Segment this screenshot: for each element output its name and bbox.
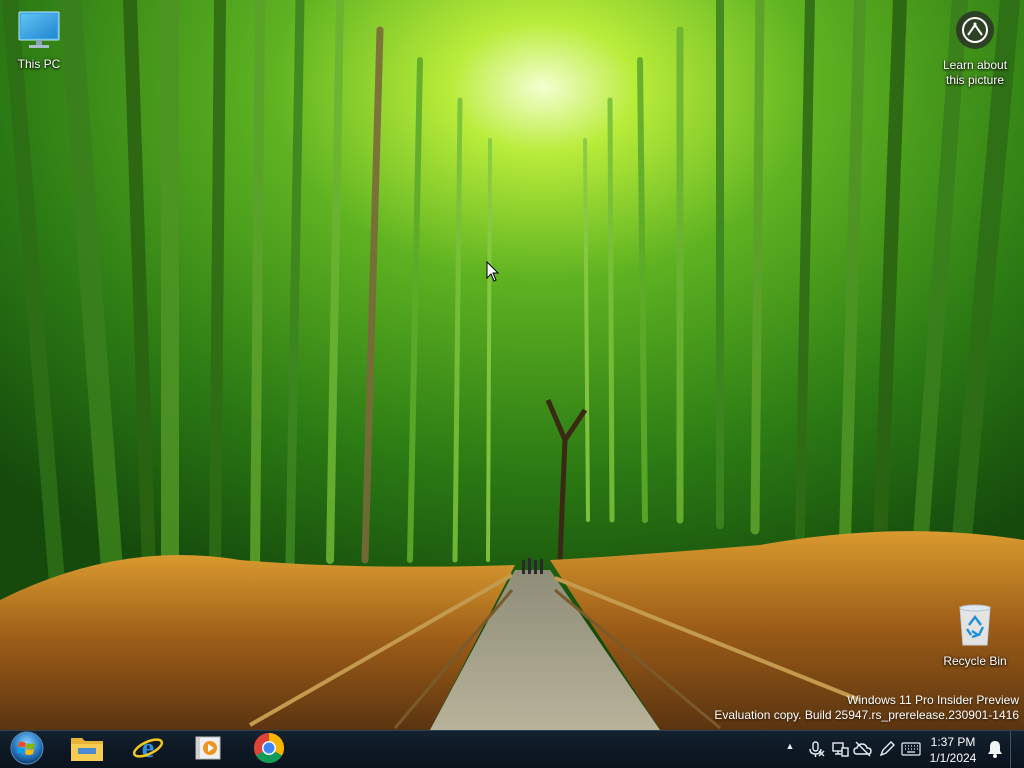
- watermark-build: Evaluation copy. Build 25947.rs_prerelea…: [714, 708, 1019, 722]
- show-desktop-button[interactable]: [1010, 731, 1024, 768]
- media-player-taskbar-button[interactable]: [183, 731, 233, 768]
- taskbar: e ▲ 1:37 PM 1/1/2024: [0, 730, 1024, 768]
- mic-off-icon[interactable]: [806, 739, 826, 759]
- monitor-icon: [0, 10, 79, 53]
- start-button[interactable]: [2, 731, 52, 768]
- clock-date: 1/1/2024: [929, 751, 977, 765]
- keyboard-icon[interactable]: [901, 739, 921, 759]
- this-pc-desktop-icon[interactable]: This PC: [0, 10, 79, 71]
- file-explorer-icon: [70, 734, 104, 767]
- chrome-taskbar-button[interactable]: [244, 731, 294, 768]
- chrome-icon: [253, 732, 285, 768]
- chevron-up-icon: ▲: [785, 741, 795, 751]
- learn-about-line2: this picture: [945, 73, 1005, 87]
- mouse-cursor-icon: [486, 260, 500, 288]
- watermark-edition: Windows 11 Pro Insider Preview: [847, 693, 1019, 707]
- learn-about-line1: Learn about: [942, 58, 1008, 72]
- evaluation-watermark: Windows 11 Pro Insider Preview Evaluatio…: [714, 693, 1019, 723]
- media-player-icon: [194, 734, 222, 767]
- recycle-bin-label: Recycle Bin: [943, 654, 1007, 668]
- internet-explorer-icon: e: [132, 732, 164, 768]
- pen-icon[interactable]: [877, 739, 897, 759]
- clock-time: 1:37 PM: [930, 735, 976, 749]
- tray-overflow-button[interactable]: ▲: [780, 736, 800, 756]
- svg-text:e: e: [142, 733, 154, 764]
- recycle-bin-icon: [935, 603, 1015, 650]
- recycle-bin-desktop-icon[interactable]: Recycle Bin: [935, 603, 1015, 668]
- desktop-wallpaper: [0, 0, 1024, 730]
- network-icon[interactable]: [830, 739, 850, 759]
- cloud-off-icon[interactable]: [853, 739, 873, 759]
- internet-explorer-taskbar-button[interactable]: e: [123, 731, 173, 768]
- notification-bell-icon[interactable]: [985, 739, 1005, 759]
- this-pc-label: This PC: [17, 57, 61, 71]
- system-clock[interactable]: 1:37 PM 1/1/2024: [922, 732, 984, 768]
- camera-info-icon: [936, 10, 1014, 54]
- windows-orb-icon: [9, 730, 45, 768]
- learn-about-picture-icon[interactable]: Learn about this picture: [936, 10, 1014, 88]
- file-explorer-taskbar-button[interactable]: [62, 731, 112, 768]
